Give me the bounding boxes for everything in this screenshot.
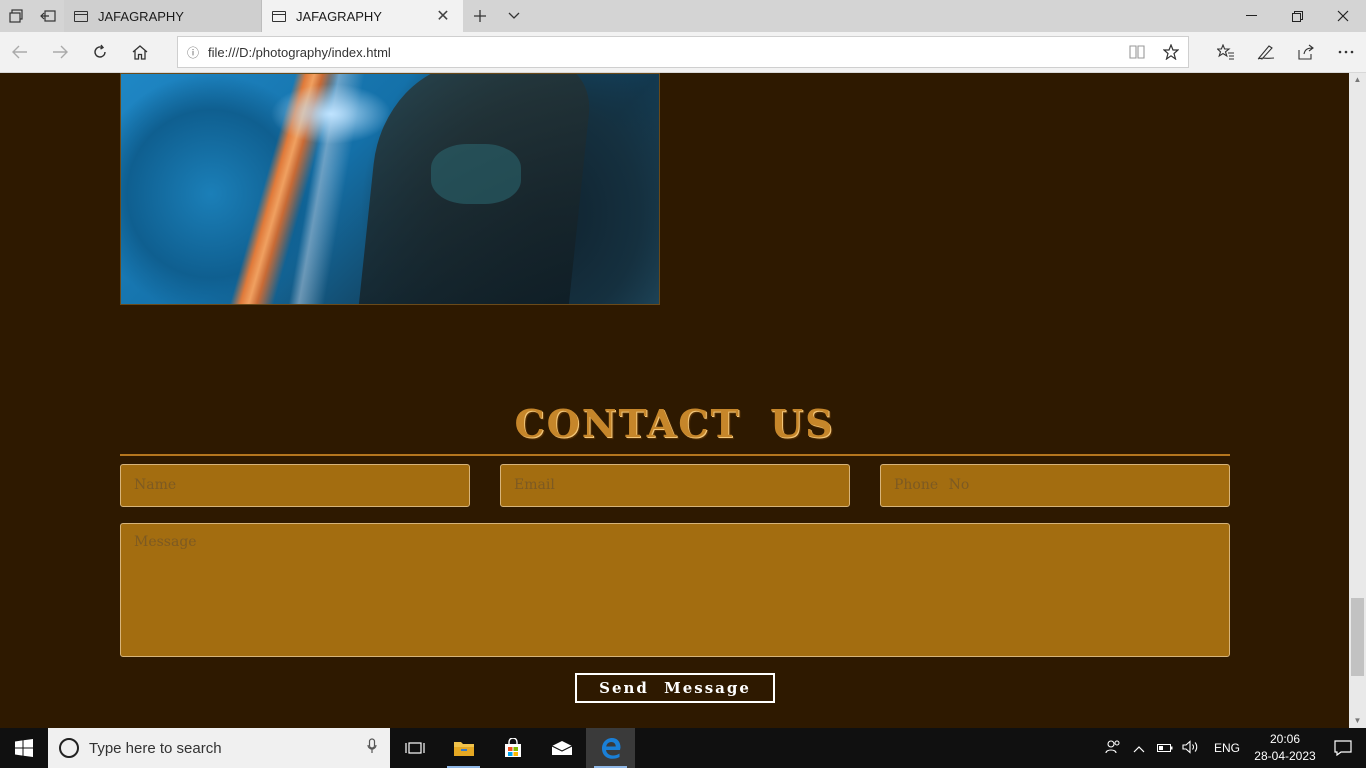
clock[interactable]: 20:06 28-04-2023 (1250, 731, 1320, 765)
close-window-button[interactable] (1320, 0, 1366, 32)
favorite-star-icon[interactable] (1154, 37, 1188, 67)
name-input[interactable]: Name (120, 464, 470, 507)
tab-bar: JAFAGRAPHY JAFAGRAPHY ✕ (0, 0, 1366, 32)
more-menu-icon[interactable] (1326, 32, 1366, 72)
email-input[interactable]: Email (500, 464, 850, 507)
clock-date: 28-04-2023 (1254, 749, 1316, 763)
tab-preview-chevron-icon[interactable] (497, 0, 531, 32)
file-explorer-icon[interactable] (439, 728, 488, 768)
battery-icon[interactable] (1152, 741, 1178, 756)
task-view-icon[interactable] (390, 728, 439, 768)
cortana-icon (59, 738, 79, 758)
gallery-photo (120, 73, 660, 305)
photo-highlight (431, 144, 521, 204)
people-icon[interactable] (1100, 739, 1126, 757)
microsoft-store-icon[interactable] (488, 728, 537, 768)
minimize-button[interactable] (1228, 0, 1274, 32)
url-text[interactable]: file:///D:/photography/index.html (208, 45, 1120, 60)
tab-manager-icon[interactable] (0, 0, 32, 32)
close-tab-icon[interactable]: ✕ (433, 6, 453, 26)
new-tab-button[interactable] (463, 0, 497, 32)
windows-taskbar: Type here to search ENG 20:06 28-04-2023 (0, 728, 1366, 768)
volume-icon[interactable] (1178, 739, 1204, 757)
address-toolbar: ⓘ file:///D:/photography/index.html (0, 32, 1366, 73)
web-page: CONTACT US Name Email Phone No Message S… (0, 73, 1349, 728)
start-button[interactable] (0, 728, 48, 768)
favorites-hub-icon[interactable] (1206, 32, 1246, 72)
scroll-up-icon[interactable]: ▲ (1349, 73, 1366, 87)
tab-jafagraphy-2[interactable]: JAFAGRAPHY ✕ (262, 0, 463, 32)
edge-browser-icon[interactable] (586, 728, 635, 768)
taskbar-search-box[interactable]: Type here to search (48, 728, 390, 768)
scroll-down-icon[interactable]: ▼ (1349, 714, 1366, 728)
site-info-icon[interactable]: ⓘ (178, 44, 208, 61)
home-button[interactable] (120, 32, 160, 72)
send-message-button[interactable]: Send Message (575, 673, 775, 703)
message-textarea[interactable]: Message (120, 523, 1230, 657)
tab-jafagraphy-1[interactable]: JAFAGRAPHY (64, 0, 262, 32)
input-language-indicator[interactable]: ENG (1204, 741, 1250, 755)
reading-view-icon[interactable] (1120, 37, 1154, 67)
show-hidden-icons-chevron-icon[interactable] (1126, 741, 1152, 756)
scroll-thumb[interactable] (1351, 598, 1364, 676)
contact-us-heading: CONTACT US (514, 401, 835, 446)
share-icon[interactable] (1286, 32, 1326, 72)
heading-divider (120, 454, 1230, 456)
page-icon (272, 10, 286, 22)
notes-pen-icon[interactable] (1246, 32, 1286, 72)
action-center-icon[interactable] (1320, 740, 1366, 756)
phone-input[interactable]: Phone No (880, 464, 1230, 507)
mail-icon[interactable] (537, 728, 586, 768)
set-tabs-aside-icon[interactable] (32, 0, 64, 32)
vertical-scrollbar[interactable]: ▲ ▼ (1349, 73, 1366, 728)
back-button[interactable] (0, 32, 40, 72)
restore-button[interactable] (1274, 0, 1320, 32)
address-bar[interactable]: ⓘ file:///D:/photography/index.html (177, 36, 1189, 68)
clock-time: 20:06 (1269, 732, 1301, 746)
tab-title: JAFAGRAPHY (98, 8, 184, 24)
tab-title: JAFAGRAPHY (296, 8, 382, 24)
microphone-icon[interactable] (354, 738, 390, 758)
page-icon (74, 10, 88, 22)
refresh-button[interactable] (80, 32, 120, 72)
search-placeholder: Type here to search (89, 739, 222, 757)
forward-button[interactable] (40, 32, 80, 72)
